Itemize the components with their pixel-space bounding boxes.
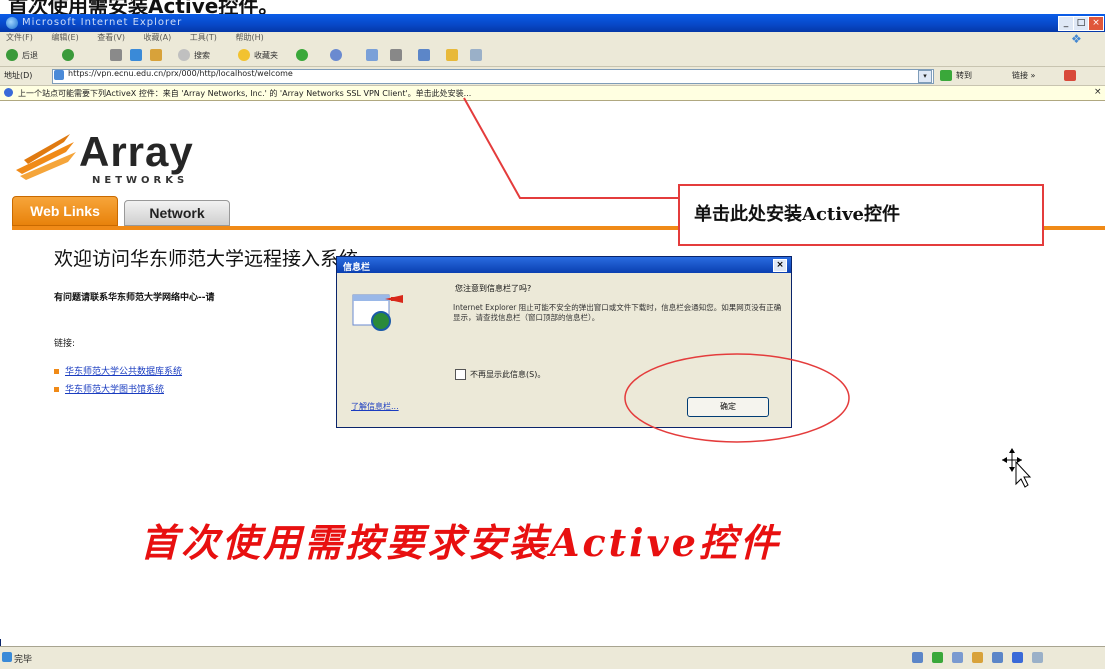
go-label[interactable]: 转到 xyxy=(956,70,972,81)
addon-icon[interactable] xyxy=(1064,70,1076,81)
toolbar: 后退 搜索 收藏夹 xyxy=(0,46,1105,67)
info-bar-close-icon[interactable]: × xyxy=(1094,87,1102,97)
tray-icon xyxy=(992,652,1003,663)
checkbox-box[interactable] xyxy=(455,369,466,380)
print-icon[interactable] xyxy=(390,49,402,61)
address-dropdown-icon[interactable]: ▾ xyxy=(918,70,932,83)
menu-item-favorites[interactable]: 收藏(A) xyxy=(144,33,172,42)
back-label: 后退 xyxy=(22,51,38,60)
mail-icon[interactable] xyxy=(366,49,378,61)
links-label[interactable]: 链接 » xyxy=(1012,70,1035,81)
favorites-label: 收藏夹 xyxy=(254,51,278,60)
menu-item-help[interactable]: 帮助(H) xyxy=(235,33,263,42)
folder-icon[interactable] xyxy=(446,49,458,61)
status-text: 完毕 xyxy=(14,655,33,665)
search-icon[interactable] xyxy=(178,49,190,61)
address-url: https://vpn.ecnu.edu.cn/prx/000/http/loc… xyxy=(68,69,293,78)
bullet-icon xyxy=(54,387,59,392)
callout-text: 单击此处安装Active控件 xyxy=(694,204,900,225)
bullet-icon xyxy=(54,369,59,374)
link-library-system[interactable]: 华东师范大学图书馆系统 xyxy=(54,382,164,395)
windows-logo-icon: ❖ xyxy=(1071,32,1082,46)
info-bar-dialog: 信息栏 × 您注意到信息栏了吗? Internet Explorer 阻止可能不… xyxy=(336,256,792,428)
caption-text: 首次使用需安装Active控件。 xyxy=(8,0,279,14)
menu-item-view[interactable]: 查看(V) xyxy=(97,33,125,42)
info-icon xyxy=(4,88,13,97)
ie-icon xyxy=(6,17,18,29)
menu-item-tools[interactable]: 工具(T) xyxy=(190,33,217,42)
menu-item-file[interactable]: 文件(F) xyxy=(6,33,33,42)
media-icon[interactable] xyxy=(296,49,308,61)
tray-icon xyxy=(912,652,923,663)
tray-icon xyxy=(1032,652,1043,663)
edit-icon[interactable] xyxy=(418,49,430,61)
home-icon[interactable] xyxy=(150,49,162,61)
dialog-question: 您注意到信息栏了吗? xyxy=(455,284,532,293)
window-title: Microsoft Internet Explorer xyxy=(22,17,183,28)
messenger-icon[interactable] xyxy=(470,49,482,61)
checkbox-label[interactable]: 不再显示此信息(S)。 xyxy=(470,370,545,379)
move-cursor-icon xyxy=(1002,448,1032,488)
dont-show-checkbox[interactable]: 不再显示此信息(S)。 xyxy=(455,369,545,380)
contact-text: 有问题请联系华东师范大学网络中心--请 xyxy=(54,293,215,303)
forward-icon[interactable] xyxy=(62,49,74,61)
page-done-icon xyxy=(2,652,12,662)
welcome-heading: 欢迎访问华东师范大学远程接入系统 xyxy=(54,248,359,270)
tab-network[interactable]: Network xyxy=(124,200,230,226)
tray-icon xyxy=(932,652,943,663)
dialog-title-bar: 信息栏 × xyxy=(337,257,791,273)
favorites-icon[interactable] xyxy=(238,49,250,61)
status-bar: 完毕 xyxy=(0,646,1105,669)
dialog-title: 信息栏 xyxy=(343,263,371,273)
address-label: 地址(D) xyxy=(4,71,33,80)
tray-icon xyxy=(1012,652,1023,663)
caption-strip: 首次使用需安装Active控件。 xyxy=(0,0,1105,14)
info-bar-text[interactable]: 上一个站点可能需要下列ActiveX 控件：来自 'Array Networks… xyxy=(18,88,471,99)
close-button[interactable]: × xyxy=(1088,16,1104,31)
dialog-close-button[interactable]: × xyxy=(773,259,787,272)
back-icon[interactable] xyxy=(6,49,18,61)
link-public-database[interactable]: 华东师范大学公共数据库系统 xyxy=(54,364,182,377)
link-text[interactable]: 华东师范大学图书馆系统 xyxy=(65,385,164,395)
maximize-button[interactable]: □ xyxy=(1073,16,1089,31)
stop-icon[interactable] xyxy=(110,49,122,61)
links-heading: 链接: xyxy=(54,339,76,349)
info-window-icon xyxy=(352,294,403,331)
page-icon xyxy=(54,70,64,80)
minimize-button[interactable]: _ xyxy=(1058,16,1074,31)
history-icon[interactable] xyxy=(330,49,342,61)
tray-icon xyxy=(972,652,983,663)
learn-more-link[interactable]: 了解信息栏... xyxy=(351,401,399,412)
title-bar: Microsoft Internet Explorer _ □ × xyxy=(0,14,1105,32)
install-banner: 首次使用需按要求安装Active控件 xyxy=(140,520,781,565)
info-bar[interactable]: 上一个站点可能需要下列ActiveX 控件：来自 'Array Networks… xyxy=(0,86,1105,101)
ok-button[interactable]: 确定 xyxy=(687,397,769,417)
go-icon[interactable] xyxy=(940,70,952,81)
address-bar: 地址(D) https://vpn.ecnu.edu.cn/prx/000/ht… xyxy=(0,67,1105,86)
dialog-body: Internet Explorer 阻止可能不安全的弹出窗口或文件下载时，信息栏… xyxy=(453,303,782,322)
search-label: 搜索 xyxy=(194,51,210,60)
install-callout: 单击此处安装Active控件 xyxy=(678,184,1044,246)
menu-bar: 文件(F) 编辑(E) 查看(V) 收藏(A) 工具(T) 帮助(H) ❖ xyxy=(0,32,1105,46)
tray-icon xyxy=(952,652,963,663)
refresh-icon[interactable] xyxy=(130,49,142,61)
menu-item-edit[interactable]: 编辑(E) xyxy=(51,33,78,42)
tab-web-links[interactable]: Web Links xyxy=(12,196,118,226)
link-text[interactable]: 华东师范大学公共数据库系统 xyxy=(65,367,182,377)
logo-word: Array xyxy=(79,128,194,175)
logo-subtitle: NETWORKS xyxy=(92,175,189,186)
